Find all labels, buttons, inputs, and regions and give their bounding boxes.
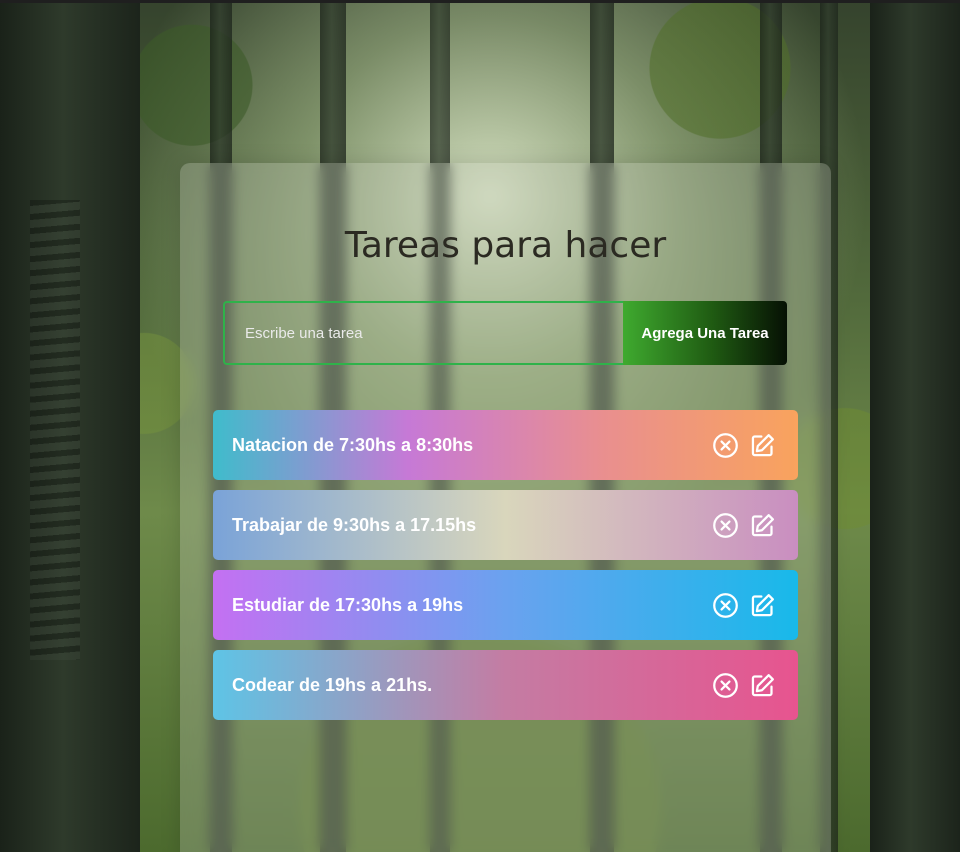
task-actions: [712, 432, 776, 459]
task-actions: [712, 672, 776, 699]
task-text[interactable]: Natacion de 7:30hs a 8:30hs: [232, 435, 712, 456]
edit-icon[interactable]: [749, 512, 776, 539]
task-list: Natacion de 7:30hs a 8:30hs Trabajar de …: [213, 410, 798, 730]
page-title: Tareas para hacer: [344, 225, 667, 267]
top-bar: [0, 0, 960, 3]
task-input[interactable]: [223, 301, 623, 365]
bark-texture: [30, 200, 80, 660]
task-item[interactable]: Estudiar de 17:30hs a 19hs: [213, 570, 798, 640]
task-actions: [712, 592, 776, 619]
task-item[interactable]: Trabajar de 9:30hs a 17.15hs: [213, 490, 798, 560]
close-circle-icon[interactable]: [712, 592, 739, 619]
edit-icon[interactable]: [749, 672, 776, 699]
task-form: Agrega Una Tarea: [223, 301, 787, 365]
close-circle-icon[interactable]: [712, 512, 739, 539]
close-circle-icon[interactable]: [712, 672, 739, 699]
background-tree-left: [0, 0, 140, 852]
background-tree-right: [870, 0, 960, 852]
task-text[interactable]: Trabajar de 9:30hs a 17.15hs: [232, 515, 712, 536]
add-task-button[interactable]: Agrega Una Tarea: [623, 301, 787, 365]
close-circle-icon[interactable]: [712, 432, 739, 459]
task-text[interactable]: Estudiar de 17:30hs a 19hs: [232, 595, 712, 616]
app-window: Tareas para hacer Agrega Una Tarea Natac…: [0, 0, 960, 852]
todo-card: Tareas para hacer Agrega Una Tarea Natac…: [180, 163, 831, 852]
edit-icon[interactable]: [749, 432, 776, 459]
task-actions: [712, 512, 776, 539]
task-item[interactable]: Codear de 19hs a 21hs.: [213, 650, 798, 720]
edit-icon[interactable]: [749, 592, 776, 619]
task-text[interactable]: Codear de 19hs a 21hs.: [232, 675, 712, 696]
task-item[interactable]: Natacion de 7:30hs a 8:30hs: [213, 410, 798, 480]
